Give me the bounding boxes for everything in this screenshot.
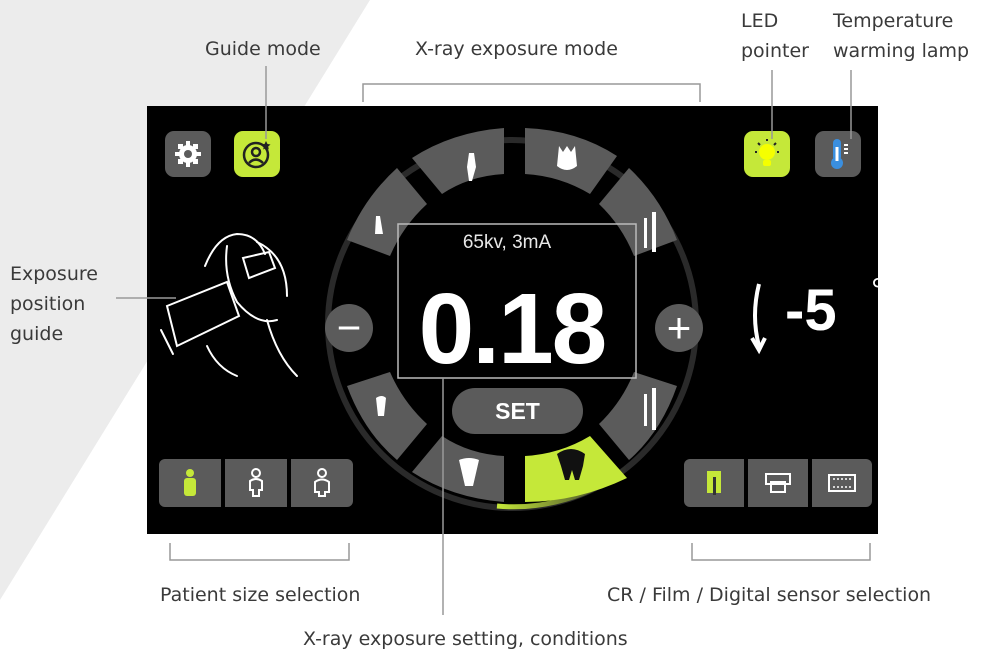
thermometer-icon <box>831 139 848 169</box>
temp-lamp-label-line1: Temperature <box>833 10 954 32</box>
angle-value: -5 <box>785 278 837 343</box>
rotate-arrows-icon <box>750 283 767 355</box>
lightbulb-icon <box>755 139 779 166</box>
temp-lamp-label-line2: warming lamp <box>833 40 970 62</box>
device-screen: 65kv, 3mA 0.18 SET − + -5 ° <box>147 106 878 534</box>
led-pointer-button[interactable] <box>744 131 790 177</box>
exposure-conditions: 65kv, 3mA <box>462 232 552 253</box>
increase-button[interactable]: + <box>655 304 703 352</box>
guide-mode-callout: Guide mode <box>205 38 321 60</box>
exposure-guide-label-line3: guide <box>10 323 64 345</box>
xray-exposure-mode-callout: X-ray exposure mode <box>415 38 618 60</box>
led-pointer-label-line2: pointer <box>741 40 809 62</box>
guide-mode-button[interactable] <box>234 131 280 177</box>
temperature-lamp-button[interactable] <box>815 131 861 177</box>
digital-sensor-icon <box>828 474 856 492</box>
cr-plate-icon <box>707 471 721 495</box>
patient-size-medium-button[interactable] <box>225 459 287 507</box>
gear-icon <box>175 141 201 167</box>
exposure-setting-callout: X-ray exposure setting, conditions <box>303 628 628 650</box>
angle-unit: ° <box>871 272 878 310</box>
large-adult-figure-icon <box>314 468 330 497</box>
set-button[interactable]: SET <box>452 388 583 434</box>
tooth-segment-lower-molar[interactable] <box>525 436 627 502</box>
sensor-selection-callout: CR / Film / Digital sensor selection <box>607 584 932 606</box>
settings-button[interactable] <box>165 131 211 177</box>
led-pointer-callout: LED pointer <box>741 9 809 63</box>
decrease-button[interactable]: − <box>325 304 373 352</box>
exposure-position-guide-figure <box>160 232 298 377</box>
tooth-segment-upper-molar[interactable] <box>525 128 617 194</box>
patient-size-child-button[interactable] <box>159 459 221 507</box>
sensor-cr-button[interactable] <box>684 459 744 507</box>
adult-figure-icon <box>249 468 263 497</box>
sensor-digital-button[interactable] <box>812 459 872 507</box>
patient-size-callout: Patient size selection <box>160 584 361 606</box>
tooth-segment-upper-incisor[interactable] <box>412 128 504 194</box>
molar-icon <box>557 146 577 170</box>
exposure-guide-callout: Exposure position guide <box>10 262 98 346</box>
led-pointer-label-line1: LED <box>741 10 779 32</box>
sensor-film-button[interactable] <box>748 459 808 507</box>
patient-size-large-button[interactable] <box>291 459 353 507</box>
film-icon <box>765 473 791 493</box>
tooth-segment-lower-incisor[interactable] <box>412 436 504 502</box>
exposure-guide-label-line1: Exposure <box>10 263 98 285</box>
exposure-guide-label-line2: position <box>10 293 86 315</box>
exposure-time-value: 0.18 <box>418 273 608 385</box>
child-figure-icon <box>184 469 196 496</box>
user-star-icon <box>242 141 271 169</box>
temp-lamp-callout: Temperature warming lamp <box>833 9 969 63</box>
